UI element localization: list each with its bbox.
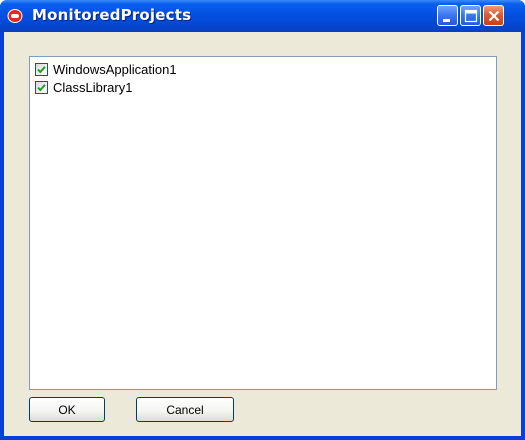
list-item[interactable]: ClassLibrary1: [35, 79, 132, 95]
close-button[interactable]: [483, 5, 504, 26]
maximize-button[interactable]: [460, 5, 481, 26]
cancel-button[interactable]: Cancel: [136, 397, 234, 422]
project-checklist[interactable]: WindowsApplication1 ClassLibrary1: [29, 56, 497, 390]
title-bar[interactable]: MonitoredProjects: [0, 0, 525, 32]
list-item-label: ClassLibrary1: [53, 79, 133, 95]
checkbox[interactable]: [35, 80, 48, 94]
window-title: MonitoredProjects: [32, 6, 192, 24]
minimize-button[interactable]: [437, 5, 458, 26]
dialog-body: WindowsApplication1 ClassLibrary1 OK Can…: [4, 32, 521, 436]
app-icon: [7, 8, 23, 24]
list-item[interactable]: WindowsApplication1: [35, 61, 177, 77]
checkbox[interactable]: [35, 62, 48, 76]
ok-button[interactable]: OK: [29, 397, 105, 422]
list-item-label: WindowsApplication1: [53, 61, 177, 77]
dialog-window: MonitoredProjects WindowsApplication1 Cl…: [0, 0, 525, 440]
